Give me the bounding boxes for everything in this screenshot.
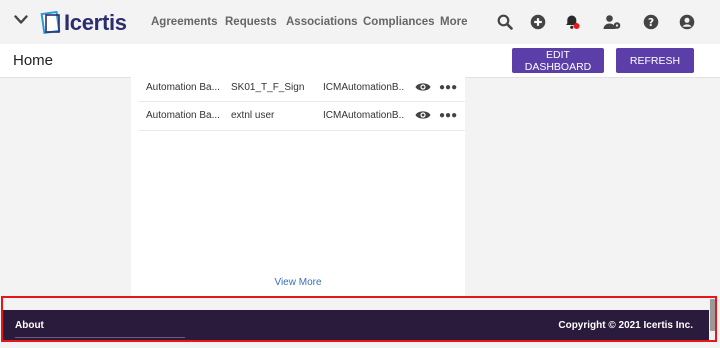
row-divider [139,130,465,131]
refresh-button[interactable]: REFRESH [616,48,694,73]
nav-link-more[interactable]: More [440,16,467,28]
view-more-link[interactable]: View More [131,277,465,288]
search-icon[interactable] [496,13,514,31]
add-circle-icon[interactable] [529,13,547,31]
user-settings-icon[interactable] [603,13,621,31]
chevron-down-icon[interactable] [14,14,28,26]
nav-link-requests[interactable]: Requests [225,16,277,28]
dashboard-widget: Automation Ba... SK01_T_F_Sign ICMAutoma… [131,74,465,296]
more-icon[interactable]: ●●● [439,110,457,121]
agreement-name-cell[interactable]: Automation Ba... [146,110,224,121]
nav-link-compliances[interactable]: Compliances [363,16,435,28]
logo-text: Icertis [64,10,127,35]
footer-highlight-box [1,296,717,342]
table-row: Automation Ba... extnl user ICMAutomatio… [131,102,465,129]
help-icon[interactable]: ? [642,13,660,31]
created-by-cell: ICMAutomationB... [323,82,405,93]
page-header [0,44,720,78]
eye-icon[interactable] [415,81,431,93]
template-cell: extnl user [231,110,275,121]
edit-dashboard-button[interactable]: EDIT DASHBOARD [512,48,604,73]
template-cell: SK01_T_F_Sign [231,82,305,93]
agreement-name-cell[interactable]: Automation Ba... [146,82,224,93]
icertis-logo-icon [40,11,61,35]
created-by-cell: ICMAutomationB... [323,110,405,121]
more-icon[interactable]: ●●● [439,82,457,93]
notification-bell-icon[interactable] [563,13,581,31]
account-icon[interactable] [678,13,696,31]
nav-link-agreements[interactable]: Agreements [151,16,217,28]
eye-icon[interactable] [415,109,431,121]
page-title: Home [13,52,54,69]
top-navigation-bar: Icertis Agreements Requests Associations… [0,0,720,44]
nav-link-associations[interactable]: Associations [286,16,358,28]
table-row: Automation Ba... SK01_T_F_Sign ICMAutoma… [131,74,465,101]
svg-text:?: ? [648,17,654,29]
icertis-logo[interactable]: Icertis [40,10,127,36]
